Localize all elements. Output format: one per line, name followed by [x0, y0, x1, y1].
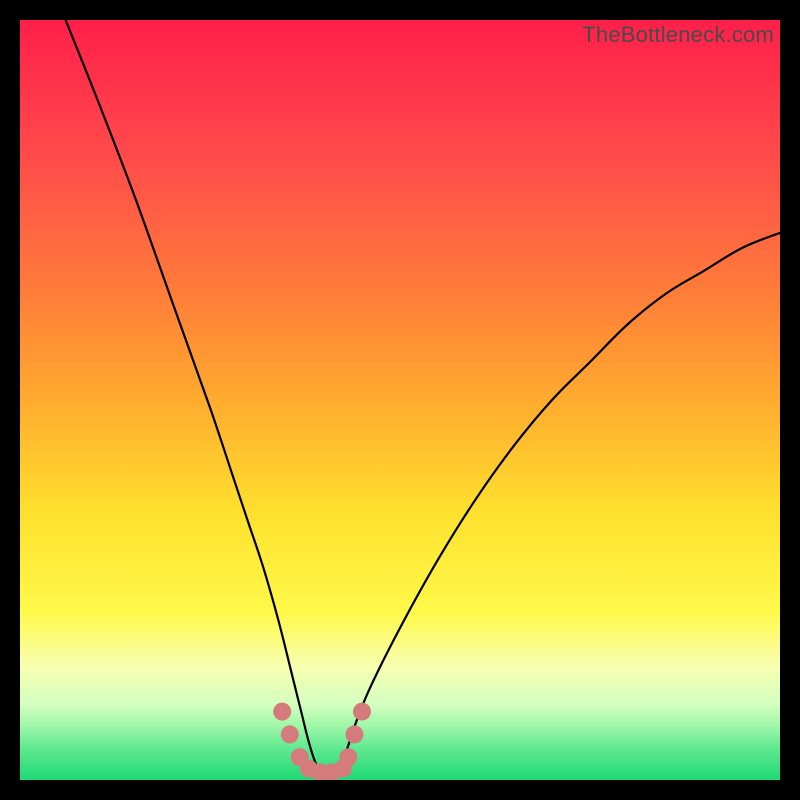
trough-marker [353, 703, 371, 721]
trough-marker [273, 703, 291, 721]
trough-marker [345, 725, 363, 743]
plot-area: TheBottleneck.com [20, 20, 780, 780]
chart-svg [20, 20, 780, 780]
chart-frame: TheBottleneck.com [0, 0, 800, 800]
bottleneck-curve [66, 20, 780, 773]
trough-marker [281, 725, 299, 743]
trough-markers [273, 703, 371, 780]
trough-marker [339, 748, 357, 766]
watermark-text: TheBottleneck.com [582, 22, 774, 48]
